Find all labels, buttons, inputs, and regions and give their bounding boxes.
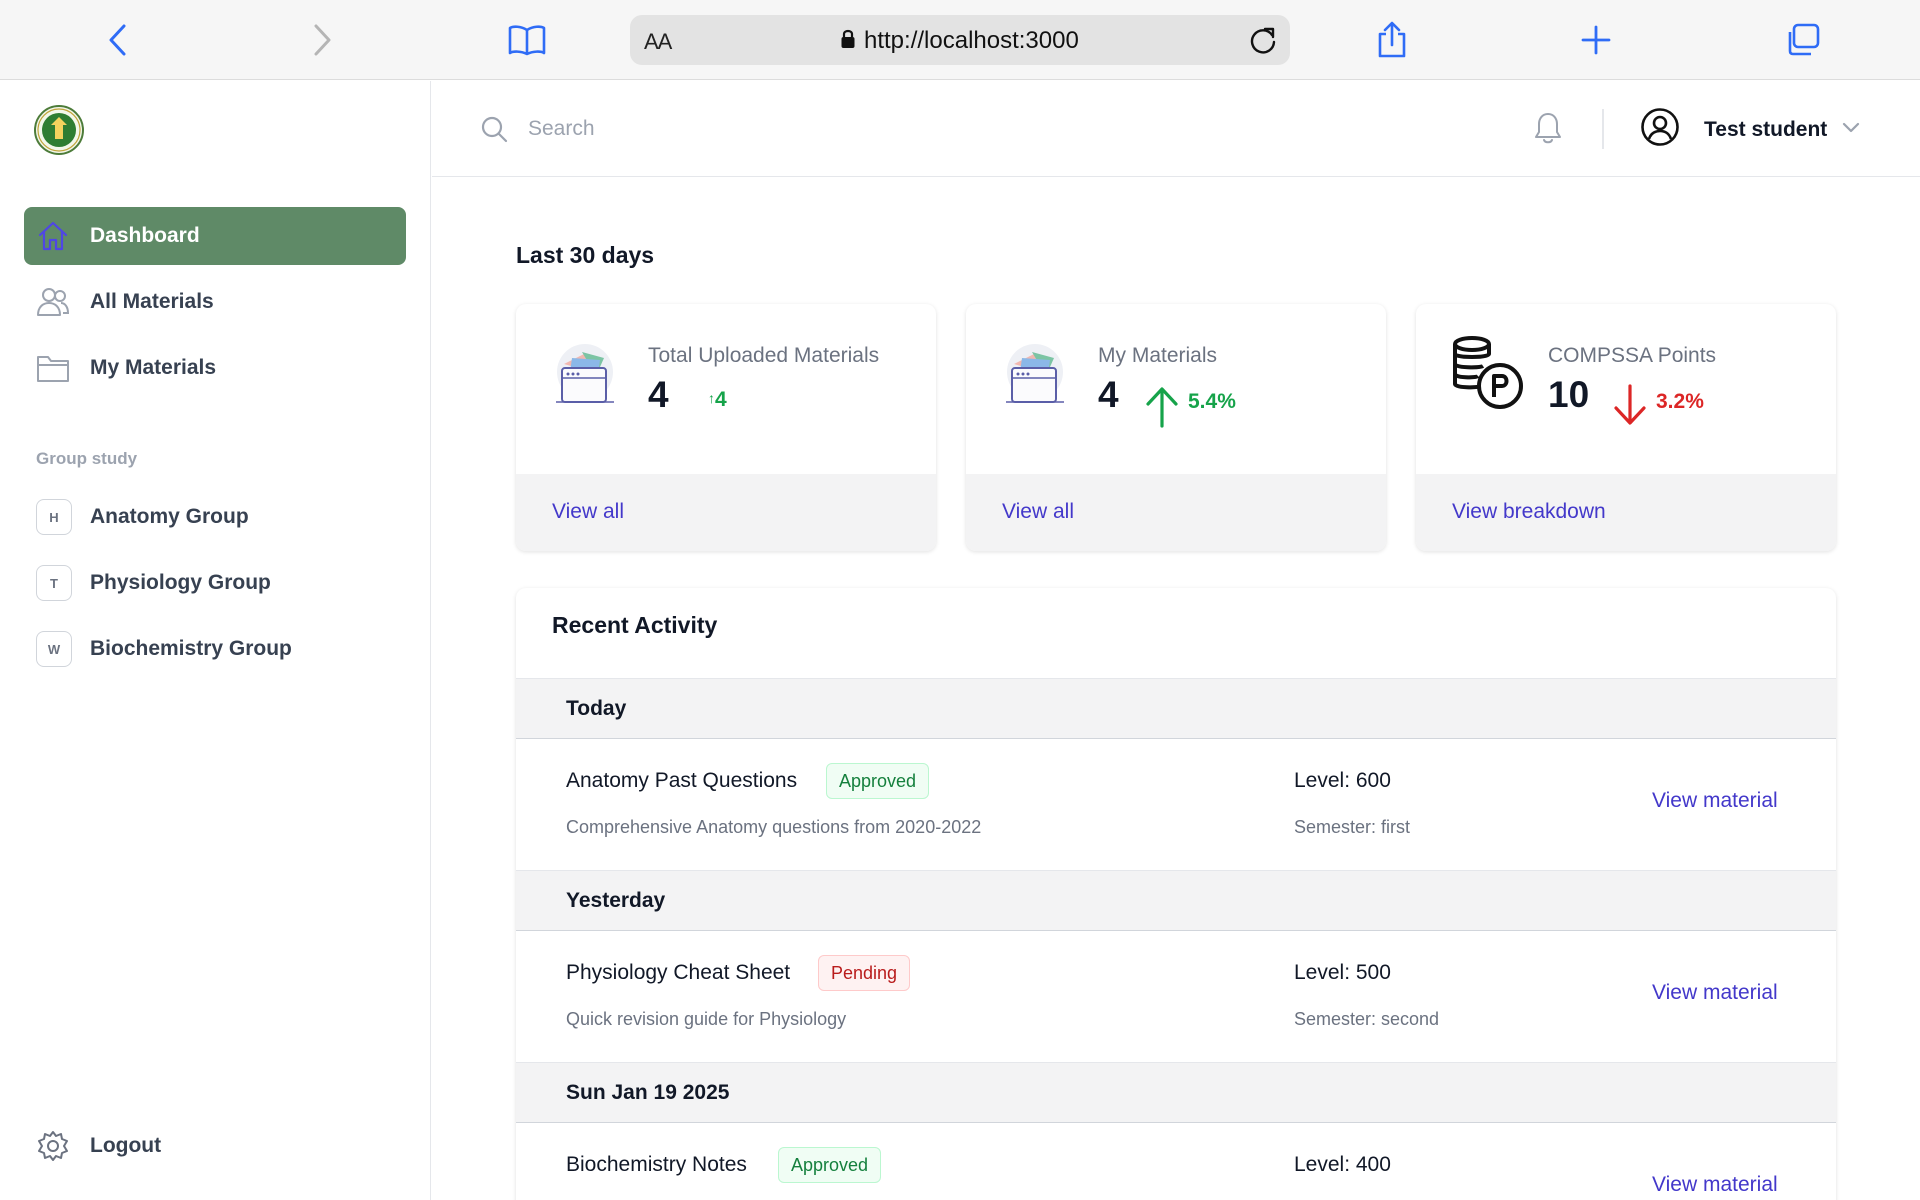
day-header: Sun Jan 19 2025 xyxy=(516,1062,1836,1123)
activity-row: Biochemistry Notes Approved Level: 400 V… xyxy=(516,1123,1836,1200)
top-bar: Test student xyxy=(432,81,1920,177)
card-change: 3.2% xyxy=(1610,384,1704,433)
arrow-up-icon xyxy=(1142,384,1182,433)
user-menu[interactable]: Test student xyxy=(1640,107,1861,152)
material-title: Physiology Cheat Sheet xyxy=(566,961,791,984)
card-change: 5.4% xyxy=(1142,384,1236,433)
user-name: Test student xyxy=(1704,117,1828,141)
book-icon[interactable] xyxy=(503,16,551,64)
view-all-link[interactable]: View all xyxy=(1002,500,1074,524)
card-footer: View breakdown xyxy=(1416,474,1836,551)
share-icon[interactable] xyxy=(1368,16,1416,64)
folder-icon xyxy=(34,349,72,387)
sidebar-group-physiology[interactable]: T Physiology Group xyxy=(24,554,406,612)
user-avatar-icon xyxy=(1640,107,1680,152)
bell-icon[interactable] xyxy=(1532,111,1568,147)
reload-icon[interactable] xyxy=(1248,25,1278,55)
section-title: Last 30 days xyxy=(516,242,655,268)
group-study-heading: Group study xyxy=(36,449,138,468)
status-badge: Approved xyxy=(826,763,930,799)
card-label: Total Uploaded Materials xyxy=(648,344,880,367)
material-semester: Semester: second xyxy=(1294,1009,1440,1029)
sidebar-item-all-materials[interactable]: All Materials xyxy=(24,273,406,331)
card-footer: View all xyxy=(516,474,936,551)
group-initial-badge: T xyxy=(36,565,72,601)
sidebar-item-label: All Materials xyxy=(90,290,214,313)
sidebar-item-my-materials[interactable]: My Materials xyxy=(24,339,406,397)
logout-label: Logout xyxy=(90,1134,162,1157)
card-value: 4 xyxy=(648,374,669,415)
recent-activity-panel: Recent Activity Today Anatomy Past Quest… xyxy=(516,588,1836,1200)
plus-icon[interactable] xyxy=(1572,16,1620,64)
group-label: Anatomy Group xyxy=(90,505,249,528)
view-breakdown-link[interactable]: View breakdown xyxy=(1452,500,1606,524)
material-semester: Semester: first xyxy=(1294,817,1411,837)
stat-card-compssa-points: COMPSSA Points 10 3.2% View breakdown xyxy=(1416,304,1836,551)
group-label: Biochemistry Group xyxy=(90,637,292,660)
topbar-divider xyxy=(1602,109,1604,149)
material-title: Biochemistry Notes xyxy=(566,1153,747,1176)
card-value: 4 xyxy=(1098,374,1119,415)
sidebar-item-label: My Materials xyxy=(90,356,217,379)
view-material-link[interactable]: View material xyxy=(1652,981,1778,1005)
chevron-down-icon xyxy=(1841,120,1861,139)
browser-toolbar: AA http://localhost:3000 xyxy=(0,0,1920,80)
stat-card-my-materials: My Materials 4 5.4% View all xyxy=(966,304,1386,551)
arrow-down-icon xyxy=(1610,384,1650,433)
day-header: Today xyxy=(516,678,1836,739)
stat-card-total-uploaded: Total Uploaded Materials 4 ↑4 View all xyxy=(516,304,936,551)
material-level: Level: 500 xyxy=(1294,961,1391,984)
group-initial-badge: W xyxy=(36,631,72,667)
activity-row: Anatomy Past Questions Approved Comprehe… xyxy=(516,739,1836,871)
college-logo[interactable] xyxy=(34,105,84,155)
sidebar: Dashboard All Materials My Materials Gro… xyxy=(0,81,431,1200)
chevron-right-icon[interactable] xyxy=(298,16,346,64)
reader-aa-button[interactable]: AA xyxy=(644,29,672,55)
card-change: ↑4 xyxy=(708,388,727,411)
search-icon xyxy=(480,115,508,143)
lock-icon xyxy=(840,28,856,55)
material-description: Comprehensive Anatomy questions from 202… xyxy=(566,817,982,837)
search-input[interactable] xyxy=(528,107,1128,151)
group-initial-badge: H xyxy=(36,499,72,535)
view-material-link[interactable]: View material xyxy=(1652,789,1778,813)
home-icon xyxy=(34,217,72,255)
view-all-link[interactable]: View all xyxy=(552,500,624,524)
coins-points-icon xyxy=(1450,336,1524,410)
url-text[interactable]: http://localhost:3000 xyxy=(864,27,1079,55)
materials-illustration-icon xyxy=(552,342,618,408)
tabs-icon[interactable] xyxy=(1778,16,1826,64)
sidebar-item-dashboard[interactable]: Dashboard xyxy=(24,207,406,265)
materials-illustration-icon xyxy=(1002,342,1068,408)
users-icon xyxy=(34,283,72,321)
card-footer: View all xyxy=(966,474,1386,551)
gear-icon xyxy=(34,1127,72,1165)
view-material-link[interactable]: View material xyxy=(1652,1173,1778,1197)
arrow-up-icon: ↑ xyxy=(708,390,715,406)
card-value: 10 xyxy=(1548,374,1590,415)
material-description: Quick revision guide for Physiology xyxy=(566,1009,847,1029)
sidebar-group-biochemistry[interactable]: W Biochemistry Group xyxy=(24,620,406,678)
card-label: COMPSSA Points xyxy=(1548,344,1717,367)
logout-button[interactable]: Logout xyxy=(24,1117,406,1175)
recent-activity-title: Recent Activity xyxy=(552,612,718,638)
material-level: Level: 600 xyxy=(1294,769,1391,792)
sidebar-item-label: Dashboard xyxy=(90,224,200,247)
chevron-left-icon[interactable] xyxy=(94,16,142,64)
status-badge: Pending xyxy=(818,955,911,991)
address-bar[interactable]: AA http://localhost:3000 xyxy=(630,15,1290,65)
material-level: Level: 400 xyxy=(1294,1153,1391,1176)
group-label: Physiology Group xyxy=(90,571,271,594)
sidebar-group-anatomy[interactable]: H Anatomy Group xyxy=(24,488,406,546)
card-label: My Materials xyxy=(1098,344,1218,367)
material-title: Anatomy Past Questions xyxy=(566,769,798,792)
day-header: Yesterday xyxy=(516,870,1836,931)
activity-row: Physiology Cheat Sheet Pending Quick rev… xyxy=(516,931,1836,1063)
status-badge: Approved xyxy=(778,1147,882,1183)
